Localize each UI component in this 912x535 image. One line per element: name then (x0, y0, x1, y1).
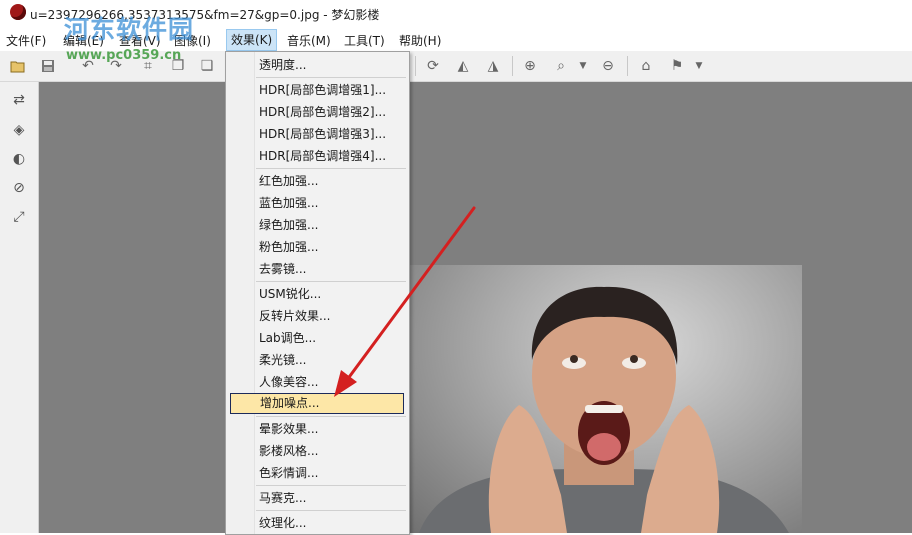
chevron-down-icon[interactable]: ▼ (575, 58, 591, 74)
open-icon[interactable] (10, 58, 26, 74)
toolbar-separator (627, 56, 628, 76)
chevron-down-icon[interactable]: ▼ (691, 58, 707, 74)
save-icon[interactable] (40, 58, 56, 74)
toolbar-separator (512, 56, 513, 76)
menu-item-soft-light[interactable]: 柔光镜... (259, 349, 306, 371)
menu-item-hdr-2[interactable]: HDR[局部色调增强2]... (259, 101, 386, 123)
menu-icon-gutter (226, 52, 255, 534)
zoom-in-icon[interactable]: ⊕ (522, 58, 538, 74)
menu-item-blue-enhance[interactable]: 蓝色加强... (259, 192, 318, 214)
contrast-icon[interactable]: ◐ (11, 151, 27, 167)
menu-item-add-noise[interactable]: 增加噪点... (230, 393, 404, 414)
swap-icon[interactable]: ⇄ (11, 92, 27, 108)
menu-item-transparency[interactable]: 透明度... (259, 54, 306, 76)
menu-separator (256, 510, 406, 511)
menu-separator (256, 485, 406, 486)
home-icon[interactable]: ⌂ (638, 58, 654, 74)
menu-item-vignette[interactable]: 晕影效果... (259, 418, 318, 440)
menu-item-hdr-1[interactable]: HDR[局部色调增强1]... (259, 79, 386, 101)
menu-item-mosaic[interactable]: 马赛克... (259, 487, 306, 509)
menu-item-hdr-3[interactable]: HDR[局部色调增强3]... (259, 123, 386, 145)
menu-item-green-enhance[interactable]: 绿色加强... (259, 214, 318, 236)
menu-item-color-mood[interactable]: 色彩情调... (259, 462, 318, 484)
menu-separator (256, 281, 406, 282)
menu-file[interactable]: 文件(F) (6, 32, 46, 49)
fullscreen-icon[interactable]: ⤢ (11, 209, 27, 225)
zoom-out-icon[interactable]: ⊖ (600, 58, 616, 74)
app-logo-icon (10, 4, 26, 20)
effects-dropdown-menu: 透明度... HDR[局部色调增强1]... HDR[局部色调增强2]... H… (225, 51, 410, 535)
menu-item-reversal-film[interactable]: 反转片效果... (259, 305, 330, 327)
flag-icon[interactable]: ⚑ (669, 58, 685, 74)
menu-separator (256, 416, 406, 417)
menu-separator (256, 168, 406, 169)
flip-vertical-icon[interactable]: ◮ (485, 58, 501, 74)
menu-item-red-enhance[interactable]: 红色加强... (259, 170, 318, 192)
menu-item-dehaze[interactable]: 去雾镜... (259, 258, 306, 280)
brush-icon[interactable]: ⊘ (11, 180, 27, 196)
photo-image (399, 265, 802, 533)
rotate-icon[interactable]: ⟳ (425, 58, 441, 74)
side-toolbar: ⇄ ◈ ◐ ⊘ ⤢ (0, 82, 39, 533)
zoom-icon[interactable]: ⌕ (553, 58, 569, 74)
menu-separator (256, 77, 406, 78)
menu-item-studio-style[interactable]: 影楼风格... (259, 440, 318, 462)
menu-help[interactable]: 帮助(H) (399, 32, 441, 49)
menu-item-lab-color[interactable]: Lab调色... (259, 327, 316, 349)
image-canvas[interactable] (39, 82, 912, 533)
menu-item-pink-enhance[interactable]: 粉色加强... (259, 236, 318, 258)
menu-item-usm-sharpen[interactable]: USM锐化... (259, 283, 321, 305)
layers-icon[interactable]: ◈ (11, 122, 27, 138)
flip-horizontal-icon[interactable]: ◭ (455, 58, 471, 74)
menu-tools[interactable]: 工具(T) (344, 32, 385, 49)
paste-icon[interactable]: ❏ (199, 58, 215, 74)
menu-music[interactable]: 音乐(M) (287, 32, 331, 49)
toolbar-separator (415, 56, 416, 76)
menu-item-portrait-beauty[interactable]: 人像美容... (259, 371, 318, 393)
menu-item-texturize[interactable]: 纹理化... (259, 512, 306, 534)
watermark-url: www.pc0359.cn (66, 48, 182, 63)
menu-effects[interactable]: 效果(K) (226, 29, 278, 51)
watermark-logo: 河东软件园 (64, 15, 195, 44)
menu-item-hdr-4[interactable]: HDR[局部色调增强4]... (259, 145, 386, 167)
